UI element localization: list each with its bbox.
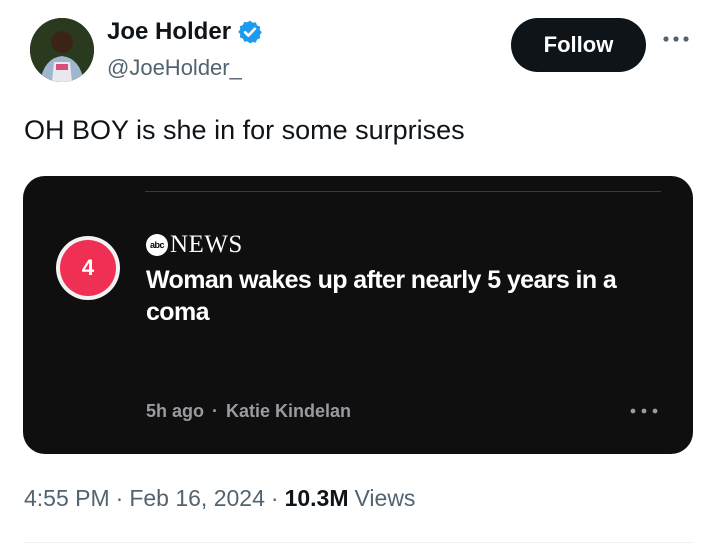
news-source: abc NEWS xyxy=(146,231,243,259)
rank-badge: 4 xyxy=(56,236,120,300)
card-author: Katie Kindelan xyxy=(226,401,352,421)
more-options-icon[interactable] xyxy=(662,34,690,44)
avatar-image xyxy=(30,18,94,82)
card-divider xyxy=(145,191,661,192)
tweet-date[interactable]: Feb 16, 2024 xyxy=(129,485,265,512)
card-meta-separator: · xyxy=(212,401,219,421)
author-name-row: Joe Holder xyxy=(107,18,263,46)
card-meta: 5h ago · Katie Kindelan xyxy=(146,401,351,422)
card-more-icon xyxy=(630,408,658,414)
rank-number: 4 xyxy=(60,240,116,296)
avatar[interactable] xyxy=(30,18,94,82)
card-headline: Woman wakes up after nearly 5 years in a… xyxy=(146,266,617,326)
author-name[interactable]: Joe Holder xyxy=(107,18,231,46)
card-time-ago: 5h ago xyxy=(146,401,205,421)
views-label: Views xyxy=(354,485,416,511)
tweet-footer: 4:55 PM · Feb 16, 2024 · 10.3M Views xyxy=(24,485,415,512)
media-card[interactable]: 4 abc NEWS Woman wakes up after nearly 5… xyxy=(23,176,693,454)
views-count[interactable]: 10.3M xyxy=(285,485,349,512)
tweet-text: OH BOY is she in for some surprises xyxy=(24,115,465,145)
divider xyxy=(24,542,694,543)
follow-button[interactable]: Follow xyxy=(511,18,646,72)
source-name: NEWS xyxy=(170,231,243,258)
footer-dot: · xyxy=(115,485,124,511)
verified-badge-icon xyxy=(238,20,262,44)
tweet-time[interactable]: 4:55 PM xyxy=(24,485,110,512)
author-handle[interactable]: @JoeHolder_ xyxy=(107,55,242,81)
footer-dot: · xyxy=(270,485,279,511)
abc-logo-icon: abc xyxy=(146,234,168,256)
